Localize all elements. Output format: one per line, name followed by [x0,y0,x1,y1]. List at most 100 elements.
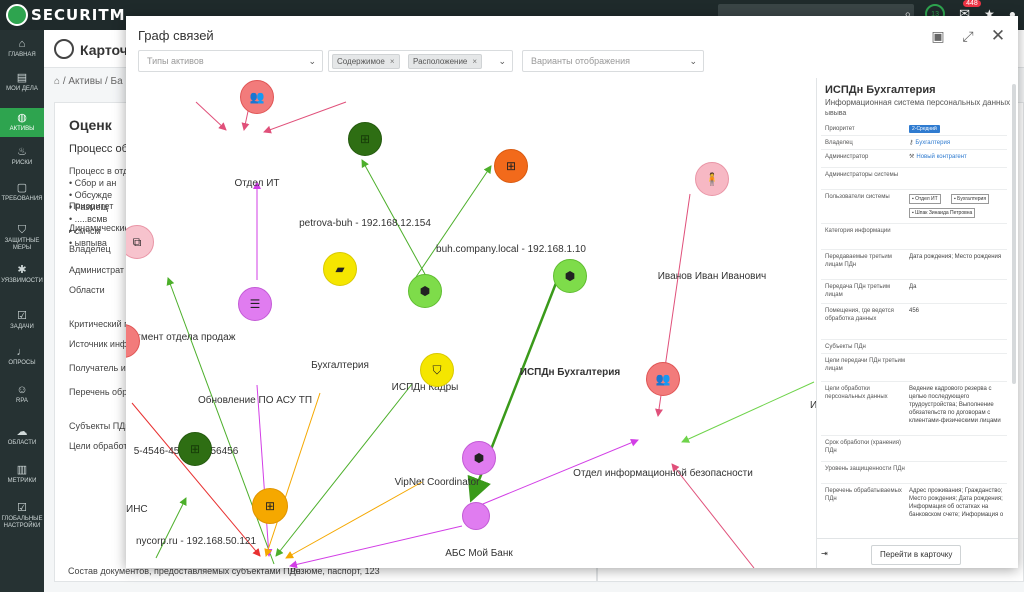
sidebar-item-12[interactable]: ▥ МЕТРИКИ [0,460,44,489]
sidebar-item-10[interactable]: ☺ RPA [0,380,44,409]
user-chip[interactable]: ▪ Отдел ИТ [909,194,941,204]
breadcrumb[interactable]: ⌂ / Активы / Ба [54,76,123,87]
node-buh-company-label: buh.company.local - 192.168.1.10 [436,244,586,255]
sidebar-item-11[interactable]: ☁ ОБЛАСТИ [0,422,44,451]
node-otdel-ib[interactable]: 👥 [646,362,680,396]
panel-row: Передаваемые третьим лицам ПДн Дата рожде… [821,250,1007,280]
node-obnovlenie-label: Обновление ПО АСУ ТП [197,395,313,406]
field-label: Цели обработк [69,441,132,451]
sidebar-item-3[interactable]: ◍ АКТИВЫ [0,108,44,137]
panel-link[interactable]: ⚒ Новый контрагент [909,153,1007,161]
node-bottom-partial[interactable] [462,502,490,530]
edge-11 [285,481,423,559]
logo-mark-icon [6,4,28,26]
node-vipnet[interactable]: ⛉ [420,353,454,387]
node-otdel-it[interactable]: 👥 [240,80,274,114]
node-buhgalteria[interactable]: ▰ [323,252,357,286]
close-icon[interactable]: ✕ [990,26,1006,46]
edge-1 [195,101,227,131]
node-petrova-buh[interactable]: ⊞ [348,122,382,156]
panel-row-label: Перечень обрабатываемых ПДн [825,488,902,502]
panel-row: Передача ПДн третьим лицам Да [821,280,1007,304]
sidebar-item-label: ОБЛАСТИ [7,440,37,446]
sidebar-item-8[interactable]: ☑ ЗАДАЧИ [0,306,44,335]
panel-link[interactable]: ⚷ Бухгалтерия [909,139,1007,147]
graph-canvas[interactable]: 👥 Отдел ИТ ⊞ petrova-buh - 192.168.12.154 ⊞ b… [126,78,816,568]
node-ispdn-buh[interactable]: ⬢ [553,259,587,293]
graph-modal: Граф связей ▣ ⤢ ✕ Типы активов ⌄ Содержи… [126,16,1018,568]
sidebar-item-13[interactable]: ☑ ГЛОБАЛЬНЫЕ НАСТРОЙКИ [0,498,44,534]
sidebar-item-6[interactable]: ⛉ ЗАЩИТНЫЕ МЕРЫ [0,220,44,256]
panel-row-label: Администраторы системы [825,172,899,178]
globe-icon: ◍ [17,112,27,124]
chip-raspolozhenie[interactable]: Расположение × [408,54,483,69]
panel-row-label: Цели обработки персональных данных [825,386,888,400]
robot-icon: ☺ [16,384,28,396]
person-icon: 🧍 [704,172,720,186]
node-ivanov[interactable]: 🧍 [695,162,729,196]
relations-select[interactable]: Содержимое × Расположение × ⌄ [328,50,513,72]
chart-icon: ▥ [16,464,28,476]
asset-types-select[interactable]: Типы активов ⌄ [138,50,323,72]
node-ivanov-label: Иванов Иван Иванович [657,271,767,282]
sidebar-item-5[interactable]: ▢ ТРЕБОВАНИЯ [0,178,44,207]
briefcase-icon: ▤ [16,72,28,84]
node-obnovlenie[interactable]: ☰ [238,287,272,321]
panel-row-label: Передаваемые третьим лицам ПДн [825,254,892,268]
panel-subtitle: Информационная система персональных данн… [825,98,1011,107]
panel-row-label: Уровень защищенности ПДн [825,466,905,472]
chip-remove-icon[interactable]: × [472,57,477,66]
field-label: Владелец [69,244,111,254]
panel-link-text: Бухгалтерия [915,140,951,146]
sidebar-item-9[interactable]: ♩ ОПРОСЫ [0,342,44,371]
node-center[interactable]: ⊞ [252,488,288,524]
sidebar-item-4[interactable]: ♨ РИСКИ [0,142,44,171]
windows-icon: ⊞ [505,159,517,173]
notifications-count: 448 [963,0,981,7]
panel-row-label: Помещения, где ведется обработка данных [825,308,894,322]
chip-soderzhimoe[interactable]: Содержимое × [332,54,400,69]
panel-row: Владелец ⚷ Бухгалтерия [821,136,1007,150]
save-icon[interactable]: ▣ [930,28,946,45]
windows-icon: ⊞ [264,499,276,513]
node-ispdn-kadry[interactable]: ⬢ [408,274,442,308]
settings-check-icon: ☑ [17,502,27,514]
node-abs[interactable]: ⬢ [462,441,496,475]
chip-remove-icon[interactable]: × [390,57,395,66]
display-options-placeholder: Варианты отображения [531,56,631,66]
description-line: Процесс в отде [69,166,134,176]
user-group-icon: 👥 [249,90,265,104]
edge-17 [671,463,755,568]
user-chip-label: Отдел ИТ [915,196,938,202]
panel-row-value: Да [909,284,917,290]
card-title: Оценк [69,117,112,133]
node-buh-company[interactable]: ⊞ [494,149,528,183]
panel-row: Категория информации [821,224,1007,250]
panel-row: Цели передачи ПДн третьим лицам [821,354,1007,382]
panel-row-label: Пользователи системы [825,194,890,200]
bug-icon: ✱ [17,264,27,276]
logo[interactable]: SECURITM [6,4,126,26]
node-mycorp[interactable]: ⊞ [178,432,212,466]
sidebar-item-2[interactable]: ▤ МОИ ДЕЛА [0,68,44,97]
edge-13 [289,525,463,568]
node-mycorp-label: nycorp.ru - 192.168.50.121 [135,536,257,547]
microphone-icon: ♩ [16,346,28,358]
modal-title: Граф связей [138,28,214,43]
collapse-panel-icon[interactable]: ⇥ [821,549,828,558]
edge-9 [264,392,321,557]
fullscreen-icon[interactable]: ⤢ [960,28,976,45]
display-options-select[interactable]: Варианты отображения ⌄ [522,50,704,72]
cube-icon: ⬢ [473,451,485,465]
panel-row-label: Субъекты ПДн [825,344,866,350]
user-chip[interactable]: ▪ Бухгалтерия [951,194,990,204]
sidebar-item-label: ОПРОСЫ [8,360,36,366]
sidebar-item-1[interactable]: ⌂ ГЛАВНАЯ [0,34,44,63]
go-to-card-button[interactable]: Перейти в карточку [871,545,962,565]
user-chip[interactable]: ▪ Шпак Зинаида Петровна [909,208,976,218]
field-label: Администрат [69,265,125,275]
field-label: Приоритет [69,201,114,211]
sidebar-item-7[interactable]: ✱ УЯЗВИМОСТИ [0,260,44,289]
panel-scrollbar[interactable] [1012,84,1016,384]
panel-row-value: Дата рождения; Место рождения [909,254,1002,260]
